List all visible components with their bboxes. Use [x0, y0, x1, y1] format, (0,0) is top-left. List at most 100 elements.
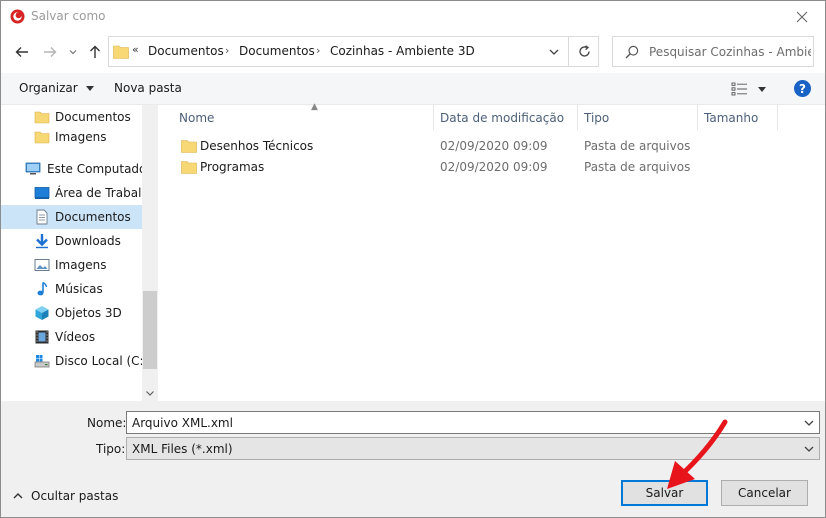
- navigation-row: « Documentos › Documentos › Cozinhas - A…: [1, 33, 825, 71]
- up-button[interactable]: [85, 41, 105, 63]
- nav-item-label: Objetos 3D: [55, 306, 122, 320]
- recent-locations-button[interactable]: [65, 41, 81, 63]
- breadcrumb-item[interactable]: Cozinhas - Ambiente 3D: [330, 44, 475, 58]
- chevron-down-icon: [69, 50, 77, 55]
- organize-label: Organizar: [19, 81, 78, 95]
- cube-icon: [35, 306, 49, 320]
- hide-folders-label: Ocultar pastas: [31, 489, 119, 503]
- file-name-combobox[interactable]: [126, 411, 820, 434]
- breadcrumb-separator[interactable]: ›: [316, 44, 320, 57]
- nav-item-downloads[interactable]: Downloads: [1, 229, 142, 253]
- column-header-name[interactable]: Nome ▲: [172, 102, 434, 130]
- file-name: Programas: [200, 160, 265, 174]
- column-header-modified[interactable]: Data de modificação: [433, 105, 577, 130]
- nav-item-label: Disco Local (C:): [55, 354, 142, 368]
- folder-icon: [34, 111, 50, 124]
- column-header-label: Nome: [179, 111, 215, 125]
- nav-item-videos[interactable]: Vídeos: [1, 325, 142, 349]
- file-name-dropdown-button[interactable]: [799, 412, 819, 433]
- nav-item-musicas[interactable]: Músicas: [1, 277, 142, 301]
- cancel-button[interactable]: Cancelar: [721, 480, 808, 506]
- table-row[interactable]: Desenhos Técnicos 02/09/2020 09:09 Pasta…: [159, 136, 825, 157]
- music-icon: [37, 281, 48, 296]
- file-list: Nome ▲ Data de modificação Tipo Tamanho …: [159, 102, 825, 401]
- refresh-button[interactable]: [569, 37, 599, 66]
- file-type-value: XML Files (*.xml): [132, 442, 233, 456]
- address-bar[interactable]: « Documentos › Documentos › Cozinhas - A…: [108, 36, 599, 67]
- nav-item-label: Imagens: [55, 130, 107, 144]
- file-type-select[interactable]: XML Files (*.xml): [126, 437, 820, 460]
- breadcrumb-separator[interactable]: ›: [225, 44, 229, 57]
- column-divider[interactable]: [777, 105, 778, 130]
- save-as-dialog: Salvar como « Documentos › Documentos › …: [0, 0, 826, 518]
- file-name-input[interactable]: [132, 414, 792, 432]
- forward-button[interactable]: [39, 41, 61, 63]
- column-header-type[interactable]: Tipo: [577, 105, 697, 130]
- computer-icon: [25, 162, 41, 175]
- table-row[interactable]: Programas 02/09/2020 09:09 Pasta de arqu…: [159, 157, 825, 178]
- breadcrumb-item[interactable]: Documentos: [239, 44, 315, 58]
- arrow-up-icon: [90, 45, 100, 58]
- scrollbar-thumb[interactable]: [143, 291, 157, 369]
- nav-item-objetos-3d[interactable]: Objetos 3D: [1, 301, 142, 325]
- nav-item-area-de-trabalho[interactable]: Área de Trabalho: [1, 181, 142, 205]
- save-button[interactable]: Salvar: [621, 480, 708, 506]
- chevron-down-icon: [804, 446, 814, 452]
- scroll-down-button[interactable]: [142, 385, 158, 401]
- chevron-up-icon: [13, 493, 23, 499]
- folder-icon: [181, 140, 197, 153]
- nav-item-label: Área de Trabalho: [55, 186, 142, 200]
- file-modified: 02/09/2020 09:09: [440, 139, 548, 153]
- refresh-icon: [578, 45, 590, 57]
- video-icon: [35, 330, 49, 344]
- search-box[interactable]: [612, 36, 814, 67]
- chevron-down-icon: [146, 390, 154, 396]
- address-history-dropdown[interactable]: [540, 38, 567, 65]
- chevron-down-icon: [549, 49, 558, 55]
- file-type: Pasta de arquivos: [584, 139, 691, 153]
- drive-icon: [34, 355, 50, 368]
- sort-ascending-icon: ▲: [311, 102, 318, 112]
- file-name: Desenhos Técnicos: [200, 139, 314, 153]
- change-view-button[interactable]: [731, 81, 771, 97]
- folder-icon: [181, 161, 197, 174]
- address-overflow[interactable]: «: [132, 43, 139, 56]
- new-folder-button[interactable]: Nova pasta: [114, 81, 182, 95]
- nav-item-imagens-quick[interactable]: Imagens: [1, 125, 142, 149]
- chevron-down-icon: [804, 420, 814, 426]
- file-name-label: Nome:: [87, 416, 127, 430]
- close-button[interactable]: [779, 1, 825, 32]
- search-icon: [625, 45, 639, 59]
- nav-item-disco-local[interactable]: Disco Local (C:): [1, 349, 142, 373]
- hide-folders-button[interactable]: Ocultar pastas: [13, 488, 118, 504]
- folder-icon: [113, 45, 129, 59]
- nav-item-imagens[interactable]: Imagens: [1, 253, 142, 277]
- help-button[interactable]: ?: [794, 80, 811, 97]
- folder-icon: [34, 131, 50, 144]
- breadcrumb-item[interactable]: Documentos: [148, 44, 224, 58]
- file-type-label: Tipo:: [96, 442, 126, 456]
- pictures-icon: [34, 259, 50, 271]
- file-type-dropdown-button[interactable]: [799, 438, 819, 459]
- nav-item-este-computador[interactable]: Este Computador: [1, 157, 142, 181]
- back-button[interactable]: [11, 41, 33, 63]
- navigation-pane: Documentos Imagens Este Computador Área …: [1, 105, 142, 401]
- download-icon: [36, 234, 48, 249]
- file-type: Pasta de arquivos: [584, 160, 691, 174]
- documents-icon: [36, 209, 48, 225]
- caret-down-icon: [758, 87, 766, 92]
- navigation-pane-scrollbar[interactable]: [142, 105, 158, 401]
- nav-item-documentos[interactable]: Documentos: [1, 205, 142, 229]
- organize-button[interactable]: Organizar: [19, 81, 94, 95]
- column-header-size[interactable]: Tamanho: [697, 105, 777, 130]
- app-logo-icon: [10, 9, 25, 24]
- caret-down-icon: [85, 86, 94, 91]
- search-input[interactable]: [649, 42, 811, 62]
- command-toolbar: Organizar Nova pasta ?: [1, 73, 825, 105]
- arrow-right-icon: [44, 47, 57, 57]
- nav-item-label: Vídeos: [55, 330, 96, 344]
- nav-item-label: Downloads: [55, 234, 121, 248]
- window-title: Salvar como: [31, 9, 106, 23]
- nav-item-label: Imagens: [55, 258, 107, 272]
- desktop-icon: [34, 187, 50, 199]
